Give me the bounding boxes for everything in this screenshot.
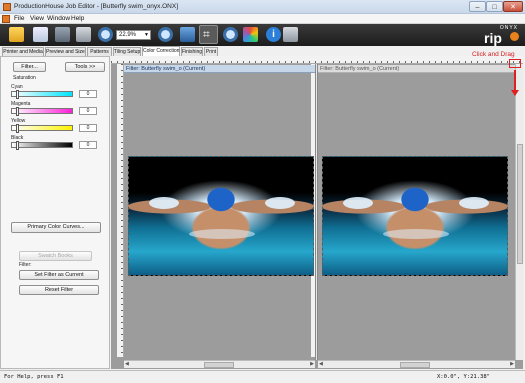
scroll-left-icon[interactable]: ◀ <box>125 361 129 367</box>
folder-open-icon[interactable] <box>9 27 24 42</box>
logo-rip: rip <box>484 30 502 46</box>
right-preview-image[interactable] <box>322 156 508 276</box>
tab-printer-and-media[interactable]: Printer and Media <box>2 47 44 56</box>
logo-dot-icon <box>510 32 519 41</box>
left-preview-image[interactable] <box>128 156 314 276</box>
app-icon <box>3 3 11 11</box>
printer-icon[interactable] <box>283 27 298 42</box>
vertical-scrollbar-thumb[interactable] <box>517 144 523 264</box>
right-pane-header: Filter: Butterfly swim_o (Current) <box>318 65 515 73</box>
tab-finishing[interactable]: Finishing <box>181 47 203 56</box>
zoom-out-icon[interactable] <box>223 27 238 42</box>
crop-icon[interactable]: ⌗ <box>199 25 218 44</box>
print-icon[interactable] <box>76 27 91 42</box>
zoom-select[interactable]: 22.9% ▼ <box>116 30 151 40</box>
scroll-right-icon[interactable]: ▶ <box>510 361 514 367</box>
scroll-right-icon[interactable]: ▶ <box>310 361 314 367</box>
spray-mark <box>149 197 179 209</box>
tab-print[interactable]: Print <box>204 47 218 56</box>
annotation-arrow <box>514 70 516 92</box>
left-horizontal-scrollbar[interactable]: ◀ ▶ <box>124 360 315 368</box>
title-bar: ProductionHouse Job Editor - [Butterfly … <box>0 0 525 14</box>
zoom-value: 22.9% <box>119 32 137 38</box>
window-title: ProductionHouse Job Editor - [Butterfly … <box>14 3 179 10</box>
status-help-text: For Help, press F1 <box>4 374 64 380</box>
black-value[interactable]: 0 <box>79 141 97 149</box>
zoom-icon[interactable] <box>98 27 113 42</box>
horizontal-ruler <box>111 56 523 64</box>
filter-label: Filter: <box>19 262 32 268</box>
info-icon[interactable]: i <box>266 27 281 42</box>
logo-onyx: ONYX <box>499 25 518 31</box>
tab-tiling-setup[interactable]: Tiling Setup <box>113 47 141 56</box>
magenta-slider-thumb[interactable] <box>16 107 19 116</box>
black-slider-thumb[interactable] <box>16 141 19 150</box>
pane-splitter[interactable] <box>315 64 318 360</box>
annotation-highlight-box <box>509 59 521 68</box>
chevron-down-icon: ▼ <box>144 32 149 38</box>
minimize-button[interactable]: – <box>469 1 486 12</box>
click-and-drag-annotation: Click and Drag <box>472 51 515 58</box>
yellow-slider[interactable] <box>11 124 73 133</box>
menu-help[interactable]: Help <box>71 15 84 22</box>
onyx-rip-logo: ONYX rip <box>480 25 522 46</box>
cyan-value[interactable]: 0 <box>79 90 97 98</box>
menu-window[interactable]: Window <box>47 15 70 22</box>
yellow-slider-thumb[interactable] <box>16 124 19 133</box>
left-pane-header: Filter: Butterfly swim_o (Current) <box>124 65 315 73</box>
cyan-slider[interactable] <box>11 90 73 99</box>
status-coordinates: X:0.0", Y:21.38" <box>437 374 490 380</box>
vertical-scrollbar[interactable] <box>515 64 523 360</box>
fit-page-icon[interactable] <box>180 27 195 42</box>
menu-file[interactable]: File <box>14 15 24 22</box>
left-hscroll-thumb[interactable] <box>204 362 234 368</box>
tab-color-correction[interactable]: Color Correction <box>142 46 180 56</box>
status-bar: For Help, press F1 X:0.0", Y:21.38" <box>0 370 525 383</box>
spray-mark <box>343 197 373 209</box>
right-horizontal-scrollbar[interactable]: ◀ ▶ <box>318 360 515 368</box>
save-icon[interactable] <box>55 27 70 42</box>
spray-mark <box>383 229 449 239</box>
color-correction-panel: Filter... Tools >> Saturation Cyan 0 Mag… <box>0 56 110 369</box>
crop-glyph: ⌗ <box>203 27 210 41</box>
vertical-ruler-left <box>117 64 124 357</box>
magenta-label: Magenta <box>11 101 31 107</box>
arrow-down-icon <box>511 90 519 96</box>
spray-mark <box>459 197 489 209</box>
spray-mark <box>265 197 295 209</box>
color-grid-icon[interactable] <box>243 27 258 42</box>
spray-mark <box>189 229 255 239</box>
preview-area: Filter: Butterfly swim_o (Current) Filte… <box>111 56 523 369</box>
new-document-icon[interactable] <box>33 27 48 42</box>
black-slider[interactable] <box>11 141 73 150</box>
swatch-books-button[interactable]: Swatch Books <box>19 251 92 261</box>
tools-button[interactable]: Tools >> <box>65 62 105 72</box>
menu-bar: File View Window Help <box>0 14 525 24</box>
saturation-label: Saturation <box>13 75 36 81</box>
menu-view[interactable]: View <box>30 15 44 22</box>
zoom-in-icon[interactable] <box>158 27 173 42</box>
reset-filter-button[interactable]: Reset Filter <box>19 285 99 295</box>
toolbar: 22.9% ▼ ⌗ i ONYX rip <box>0 24 525 46</box>
filter-button[interactable]: Filter... <box>13 62 46 72</box>
maximize-button[interactable]: □ <box>486 1 503 12</box>
right-hscroll-thumb[interactable] <box>400 362 430 368</box>
yellow-value[interactable]: 0 <box>79 124 97 132</box>
close-button[interactable]: ✕ <box>503 1 523 12</box>
magenta-slider[interactable] <box>11 107 73 116</box>
tab-preview-and-size[interactable]: Preview and Size <box>45 47 86 56</box>
scroll-left-icon[interactable]: ◀ <box>319 361 323 367</box>
magenta-value[interactable]: 0 <box>79 107 97 115</box>
cyan-slider-thumb[interactable] <box>16 90 19 99</box>
set-filter-as-current-button[interactable]: Set Filter as Current <box>19 270 99 280</box>
document-menu-icon[interactable] <box>2 15 10 23</box>
tab-patterns[interactable]: Patterns <box>87 47 112 56</box>
primary-color-curves-button[interactable]: Primary Color Curves... <box>11 222 101 233</box>
